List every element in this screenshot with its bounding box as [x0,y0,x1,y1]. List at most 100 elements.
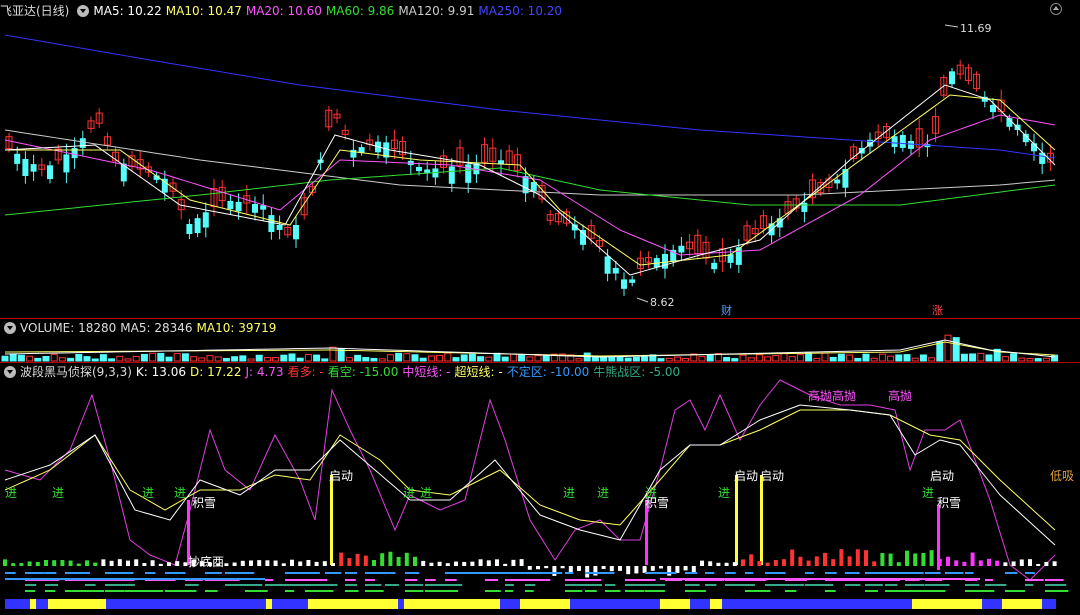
volume-bar [501,356,509,362]
indicator-band-segment [5,578,265,580]
indicator-band-segment [445,579,457,581]
histogram-bar [839,549,844,566]
volume-bar [108,358,116,362]
volume-bar [960,353,968,362]
histogram-bar [93,562,98,566]
volume-bar [829,356,837,362]
candle-body [908,141,914,149]
histogram-bar [1028,559,1032,566]
stock-chart[interactable]: 11.698.62财 涨进进进进进进进进进进进积雪 积雪 积雪抄底西启动 启动 启动 启动高… [0,0,1080,615]
trend-color-bar [500,599,520,609]
qidong-signal-label: 启动 [329,469,353,483]
histogram-bar [626,566,631,575]
histogram-bar [782,559,786,566]
histogram-bar [880,553,885,566]
volume-bar [222,357,230,362]
candle-body [465,164,472,183]
histogram-bar [11,563,16,566]
histogram-bar [708,561,713,566]
histogram-bar [429,562,434,566]
volume-bar [911,357,919,362]
histogram-bar [503,563,508,566]
histogram-bar [109,560,114,566]
volume-bar [944,334,952,362]
indicator-band-segment [385,572,396,574]
histogram-bar [413,556,417,566]
histogram-bar [790,549,795,566]
histogram-bar [421,560,426,566]
histogram-bar [946,556,950,566]
indicator-band-segment [1045,590,1069,592]
qidong-signal-label: 启动 [760,469,784,483]
indicator-band-segment [345,590,359,592]
volume-bar [796,354,804,362]
volume-bar [83,356,91,362]
indicator-band-segment [645,572,667,574]
chaodi-signal-label: 抄底西 [188,554,224,569]
histogram-bar [593,566,598,576]
gaopao-signal-label: 高抛 [808,388,832,403]
volume-bar [452,357,460,362]
candle-body [79,138,86,148]
trend-color-bar [106,599,266,609]
volume-bar [616,357,624,362]
indicator-band-segment [605,572,615,574]
volume-bar [99,354,107,362]
candle-body [47,165,53,180]
candle-body [842,169,849,188]
indicator-band-segment [565,584,587,586]
indicator-band-segment [725,572,736,574]
indicator-band-segment [345,579,356,581]
histogram-bar [831,559,836,566]
volume-bar [518,353,526,362]
histogram-bar [724,562,729,566]
volume-bar [1042,357,1050,362]
trend-color-bar [520,599,570,609]
indicator-band-segment [5,572,16,574]
volume-bar [354,354,362,362]
qidong-signal-bar [735,475,738,565]
trend-color-bar [922,599,982,609]
indicator-band-segment [685,590,706,592]
volume-bar [345,357,353,362]
indicator-band-segment [665,572,677,574]
jin-signal-label: 进 [142,486,154,500]
histogram-bar [544,566,549,569]
volume-bar [42,355,50,362]
jixue-signal-label: 积雪 [192,496,216,510]
volume-bar [813,357,821,362]
candle-body [235,201,242,212]
indicator-band-segment [825,572,837,574]
histogram-bar [404,552,409,566]
trend-color-bar [660,599,690,609]
indicator-band-segment [565,572,574,574]
histogram-bar [847,556,852,566]
candle-body [416,167,422,172]
histogram-bar [716,562,721,566]
histogram-bar [806,560,811,566]
indicator-band-segment [985,579,994,581]
indicator-band-segment [765,584,787,586]
histogram-bar [667,566,672,576]
indicator-band-segment [925,572,941,574]
candle-body [711,262,718,270]
histogram-bar [290,559,294,566]
histogram-bar [240,560,245,566]
indicator-band-segment [445,590,459,592]
volume-bar [403,353,411,362]
histogram-bar [913,553,918,566]
trend-color-bar [30,599,36,609]
trend-color-bar [5,599,30,609]
trend-color-bar [570,599,660,609]
volume-bar [386,354,394,362]
volume-bar [682,358,690,362]
histogram-bar [1019,559,1024,566]
volume-bar [165,356,173,362]
candle-body [252,204,258,213]
high-price-label: 11.69 [960,22,992,35]
trend-color-bar [912,599,922,609]
qidong-signal-label: 启动 [930,469,954,483]
histogram-bar [339,552,344,566]
candle-body [604,256,611,274]
volume-bar [706,354,714,362]
